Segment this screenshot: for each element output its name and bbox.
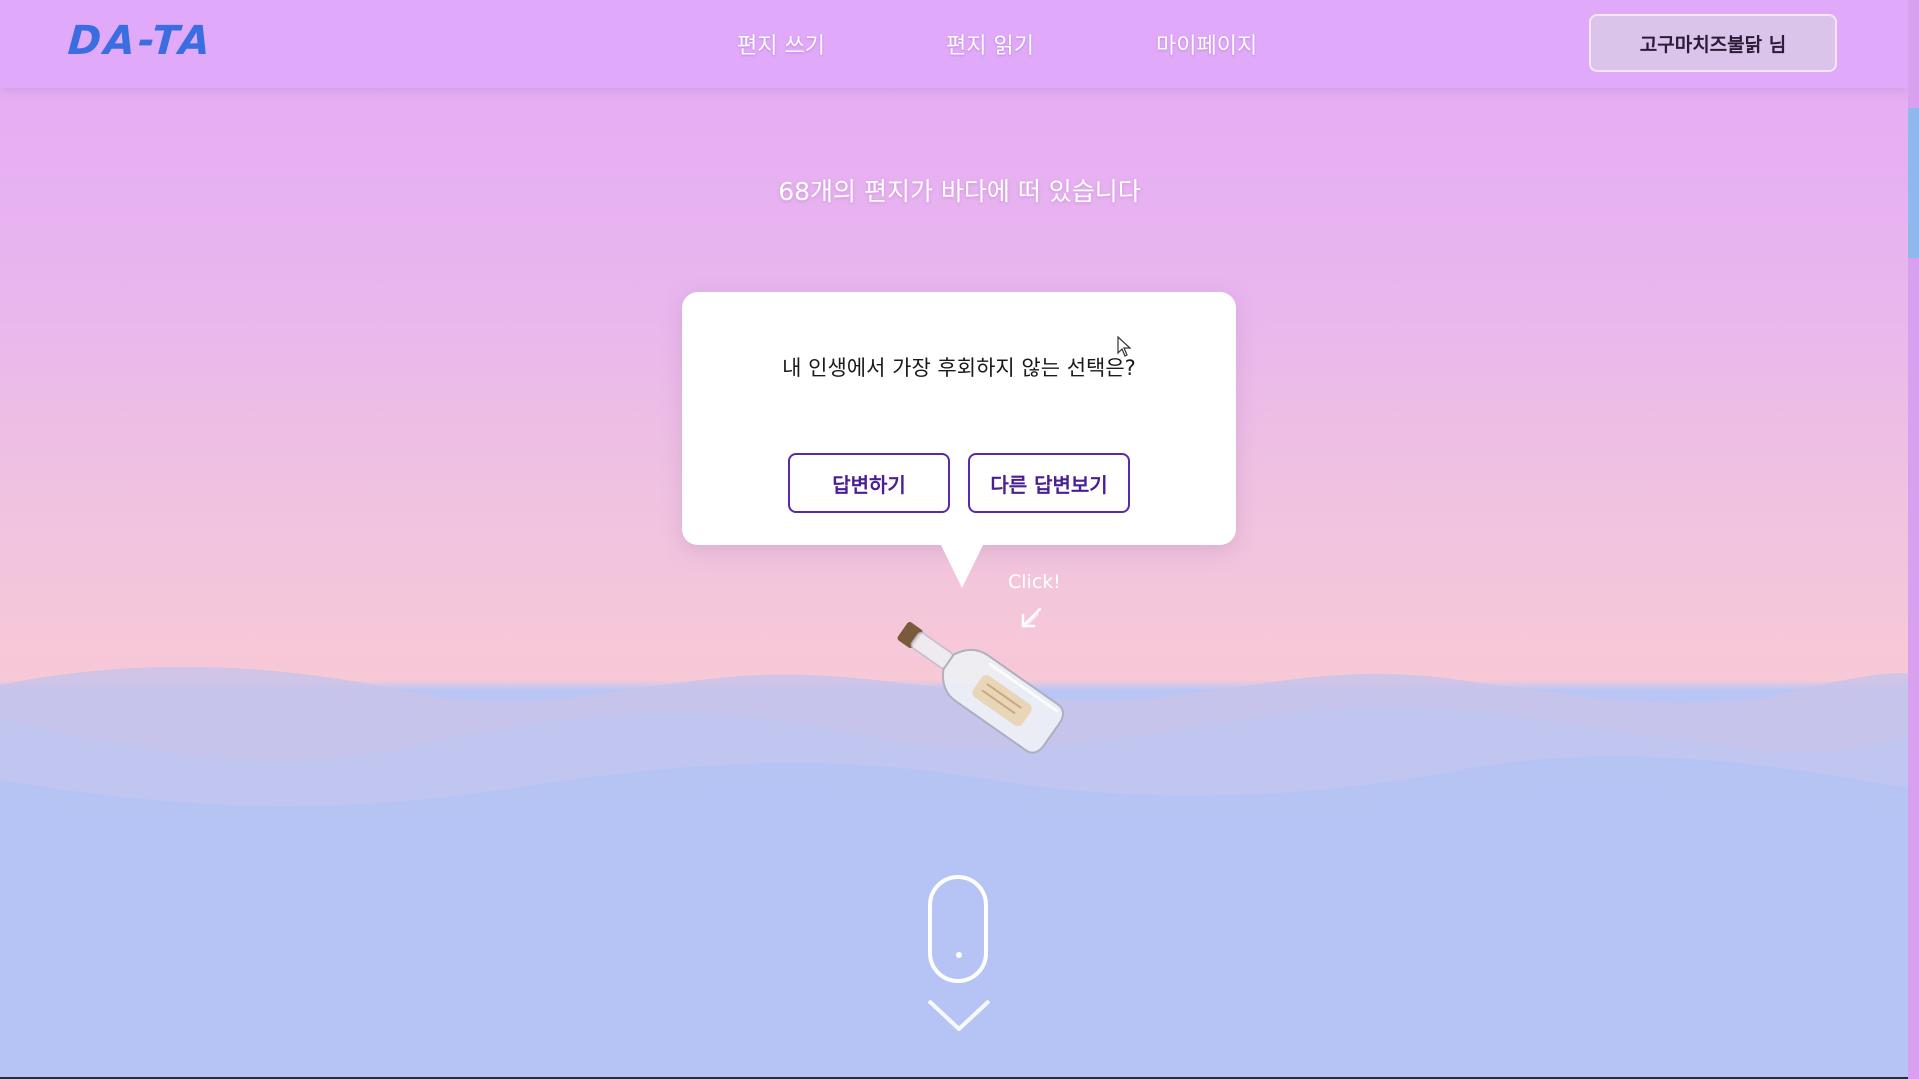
mouse-cursor-icon bbox=[1117, 336, 1132, 357]
popup-tail bbox=[940, 543, 984, 588]
nav-mypage[interactable]: 마이페이지 bbox=[1156, 28, 1257, 60]
question-text: 내 인생에서 가장 후회하지 않는 선택은? bbox=[782, 356, 1136, 380]
scrollbar-thumb[interactable] bbox=[1908, 108, 1919, 258]
chevron-down-icon[interactable] bbox=[925, 995, 993, 1035]
mouse-scroll-icon[interactable] bbox=[928, 875, 988, 983]
user-profile-button[interactable]: 고구마치즈불닭 님 bbox=[1589, 14, 1837, 72]
message-bottle-icon[interactable] bbox=[835, 580, 1085, 760]
logo[interactable]: DA-TA bbox=[66, 18, 214, 64]
scroll-dot bbox=[956, 952, 962, 958]
nav-write-letter[interactable]: 편지 쓰기 bbox=[737, 28, 825, 60]
page: DA-TA 편지 쓰기 편지 읽기 마이페이지 고구마치즈불닭 님 68개의 편… bbox=[0, 0, 1919, 1079]
question-popup: 내 인생에서 가장 후회하지 않는 선택은? 답변하기 다른 답변보기 bbox=[682, 292, 1236, 545]
header: DA-TA 편지 쓰기 편지 읽기 마이페이지 고구마치즈불닭 님 bbox=[0, 0, 1908, 88]
nav-read-letter[interactable]: 편지 읽기 bbox=[946, 28, 1034, 60]
view-other-answers-button[interactable]: 다른 답변보기 bbox=[968, 453, 1130, 513]
letter-count-text: 68개의 편지가 바다에 떠 있습니다 bbox=[778, 177, 1141, 206]
answer-button[interactable]: 답변하기 bbox=[788, 453, 950, 513]
arrow-down-left-icon bbox=[1021, 607, 1042, 628]
click-hint-text: Click! bbox=[1008, 571, 1061, 593]
